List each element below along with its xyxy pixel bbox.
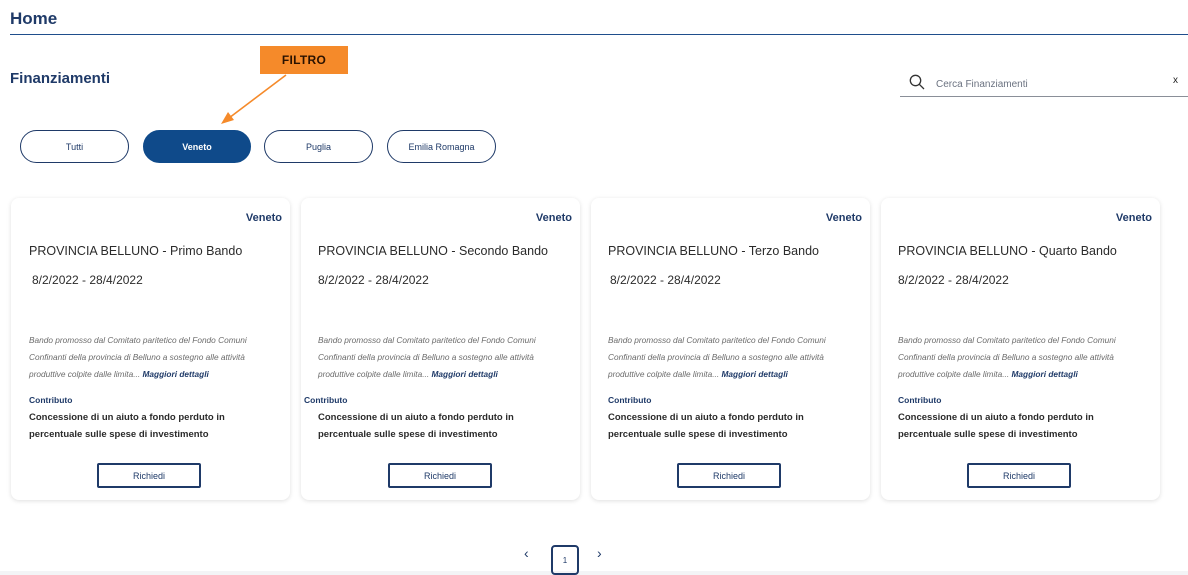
request-button[interactable]: Richiedi bbox=[967, 463, 1071, 488]
card-description: Bando promosso dal Comitato paritetico d… bbox=[898, 332, 1148, 383]
search-input[interactable] bbox=[934, 74, 1148, 94]
card-description: Bando promosso dal Comitato paritetico d… bbox=[29, 332, 279, 383]
more-details-link[interactable]: Maggiori dettagli bbox=[1011, 369, 1077, 379]
page: Home Finanziamenti FILTRO x Tutti Veneto… bbox=[0, 0, 1188, 575]
funding-card: Veneto PROVINCIA BELLUNO - Quarto Bando … bbox=[881, 198, 1160, 500]
request-button[interactable]: Richiedi bbox=[388, 463, 492, 488]
card-region: Veneto bbox=[245, 212, 282, 224]
card-type-value: Concessione di un aiuto a fondo perduto … bbox=[608, 412, 804, 440]
card-dates: 8/2/2022 - 28/4/2022 bbox=[898, 273, 1009, 287]
funding-card: Veneto PROVINCIA BELLUNO - Primo Bando 8… bbox=[11, 198, 290, 500]
card-title: PROVINCIA BELLUNO - Secondo Bando bbox=[318, 244, 548, 258]
filtro-callout: FILTRO bbox=[260, 46, 348, 74]
header-divider bbox=[10, 34, 1188, 35]
filter-veneto[interactable]: Veneto bbox=[143, 130, 251, 163]
card-type-label: Contributo bbox=[29, 395, 73, 405]
card-type-value: Concessione di un aiuto a fondo perduto … bbox=[898, 412, 1094, 440]
card-description: Bando promosso dal Comitato paritetico d… bbox=[318, 332, 568, 383]
card-title: PROVINCIA BELLUNO - Primo Bando bbox=[29, 244, 243, 258]
page-title[interactable]: Home bbox=[10, 9, 57, 29]
search-bar: x bbox=[900, 70, 1188, 97]
card-type-label: Contributo bbox=[608, 395, 652, 405]
prev-page-button[interactable]: ‹ bbox=[524, 545, 529, 561]
more-details-link[interactable]: Maggiori dettagli bbox=[721, 369, 787, 379]
card-title: PROVINCIA BELLUNO - Quarto Bando bbox=[898, 244, 1117, 258]
card-description-text: Bando promosso dal Comitato paritetico d… bbox=[898, 335, 1116, 379]
card-title: PROVINCIA BELLUNO - Terzo Bando bbox=[608, 244, 819, 258]
card-type-value: Concessione di un aiuto a fondo perduto … bbox=[29, 412, 225, 440]
next-page-button[interactable]: › bbox=[597, 545, 602, 561]
clear-search-button[interactable]: x bbox=[1173, 75, 1178, 86]
search-icon[interactable] bbox=[908, 73, 926, 91]
filter-emilia-romagna[interactable]: Emilia Romagna bbox=[387, 130, 496, 163]
card-description-text: Bando promosso dal Comitato paritetico d… bbox=[29, 335, 247, 379]
card-dates: 8/2/2022 - 28/4/2022 bbox=[610, 273, 721, 287]
card-type-value: Concessione di un aiuto a fondo perduto … bbox=[318, 412, 514, 440]
more-details-link[interactable]: Maggiori dettagli bbox=[142, 369, 208, 379]
card-type-label: Contributo bbox=[304, 395, 348, 405]
funding-card: Veneto PROVINCIA BELLUNO - Terzo Bando 8… bbox=[591, 198, 870, 500]
more-details-link[interactable]: Maggiori dettagli bbox=[431, 369, 497, 379]
card-dates: 8/2/2022 - 28/4/2022 bbox=[32, 273, 143, 287]
card-description-text: Bando promosso dal Comitato paritetico d… bbox=[318, 335, 536, 379]
section-title: Finanziamenti bbox=[10, 70, 111, 87]
pagination: ‹ 1 › bbox=[520, 542, 620, 575]
card-region: Veneto bbox=[1115, 212, 1152, 224]
filter-puglia[interactable]: Puglia bbox=[264, 130, 373, 163]
card-type-label: Contributo bbox=[898, 395, 942, 405]
card-dates: 8/2/2022 - 28/4/2022 bbox=[318, 273, 429, 287]
filter-tutti[interactable]: Tutti bbox=[20, 130, 129, 163]
request-button[interactable]: Richiedi bbox=[677, 463, 781, 488]
card-description-text: Bando promosso dal Comitato paritetico d… bbox=[608, 335, 826, 379]
card-region: Veneto bbox=[535, 212, 572, 224]
card-region: Veneto bbox=[825, 212, 862, 224]
funding-card: Veneto PROVINCIA BELLUNO - Secondo Bando… bbox=[301, 198, 580, 500]
request-button[interactable]: Richiedi bbox=[97, 463, 201, 488]
card-description: Bando promosso dal Comitato paritetico d… bbox=[608, 332, 858, 383]
